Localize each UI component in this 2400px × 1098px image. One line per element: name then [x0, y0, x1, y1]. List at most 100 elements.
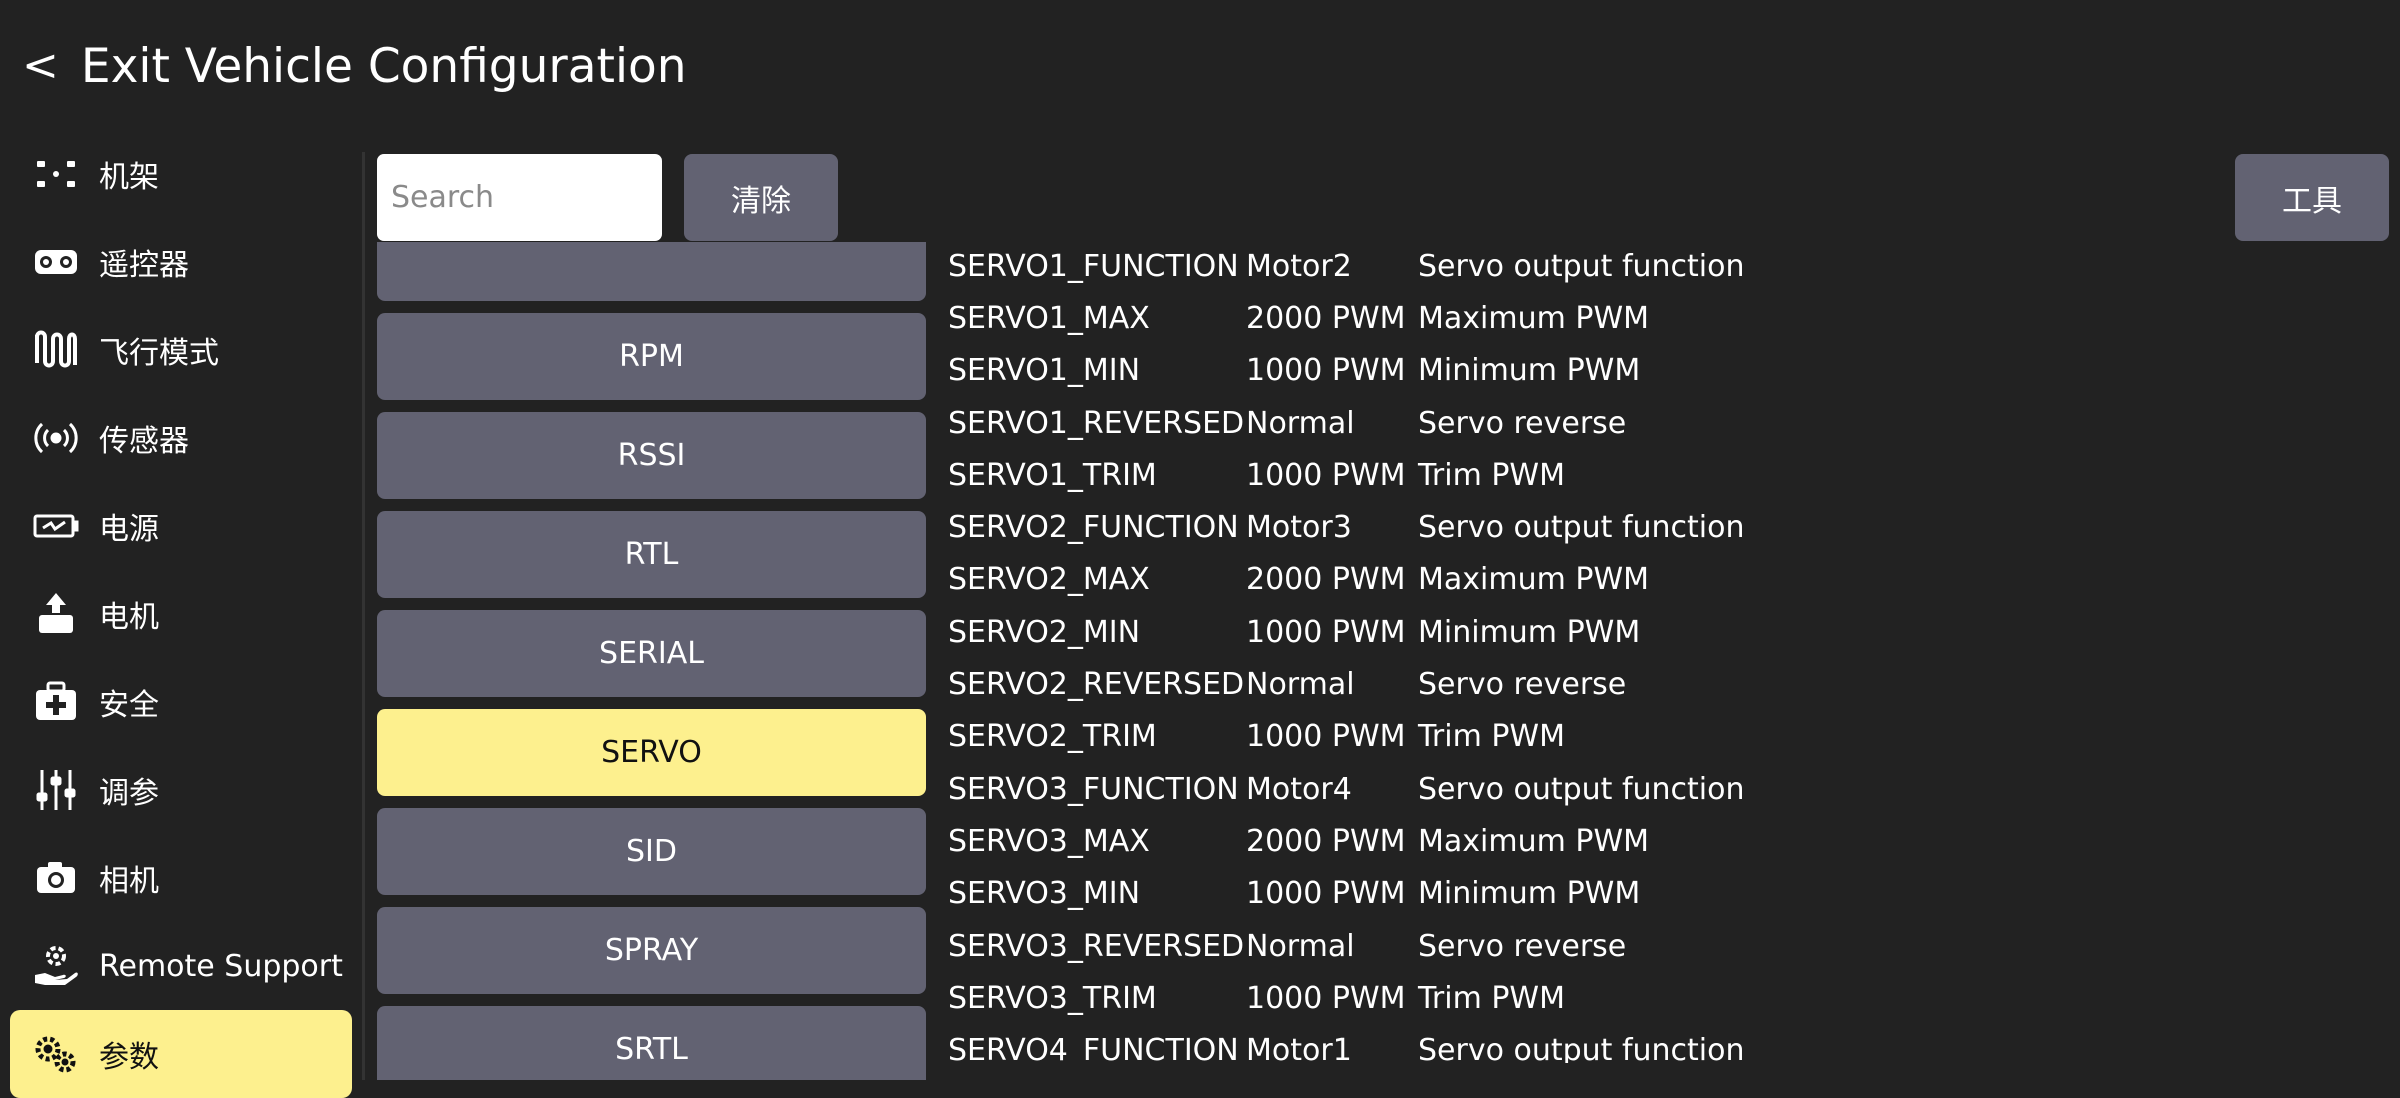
param-row[interactable]: SERVO2_REVERSED Normal Servo reverse [948, 658, 1948, 710]
flight-modes-icon [31, 325, 81, 375]
param-name: SERVO3_MAX [948, 823, 1150, 859]
clear-button[interactable]: 清除 [684, 154, 838, 241]
sidebar-item-label: 机架 [99, 160, 159, 195]
tuning-icon [31, 765, 81, 815]
group-list[interactable]: RPM RSSI RTL SERIAL SERVO SID SPRAY SRTL [377, 242, 926, 1080]
param-value: Normal [1246, 667, 1355, 703]
param-row[interactable]: SERVO1_REVERSED Normal Servo reverse [948, 397, 1948, 449]
sidebar-item-label: 安全 [99, 688, 159, 723]
param-description: Servo reverse [1418, 405, 1627, 441]
param-row[interactable]: SERVO1_TRIM 1000 PWM Trim PWM [948, 449, 1948, 501]
motors-icon [31, 589, 81, 639]
sidebar-item-radio[interactable]: 遥控器 [10, 218, 352, 306]
param-name: SERVO3_FUNCTION [948, 771, 1239, 807]
param-name: SERVO1_MIN [948, 353, 1141, 389]
group-button[interactable] [377, 242, 926, 301]
param-value: Motor2 [1246, 248, 1352, 284]
param-row[interactable]: SERVO1_MAX 2000 PWM Maximum PWM [948, 292, 1948, 344]
group-button-rtl[interactable]: RTL [377, 511, 926, 598]
param-value: 1000 PWM [1246, 614, 1406, 650]
param-description: Minimum PWM [1418, 614, 1641, 650]
param-value: Motor3 [1246, 510, 1352, 546]
param-row[interactable]: SERVO2_TRIM 1000 PWM Trim PWM [948, 711, 1948, 763]
param-description: Trim PWM [1418, 719, 1565, 755]
param-row[interactable]: SERVO2_MAX 2000 PWM Maximum PWM [948, 554, 1948, 606]
sidebar-item-label: 相机 [99, 864, 159, 899]
sidebar-item-sensors[interactable]: 传感器 [10, 394, 352, 482]
sidebar-item-label: 传感器 [99, 424, 189, 459]
sidebar-item-label: 电机 [99, 600, 159, 635]
param-name: SERVO3_TRIM [948, 980, 1157, 1016]
page-title: Exit Vehicle Configuration [80, 38, 687, 94]
param-name: SERVO3_MIN [948, 876, 1141, 912]
param-value: 2000 PWM [1246, 823, 1406, 859]
param-row[interactable]: SERVO4_FUNCTION Motor1 Servo output functi… [948, 1024, 1948, 1063]
sidebar-item-power[interactable]: 电源 [10, 482, 352, 570]
param-value: Motor4 [1246, 771, 1352, 807]
camera-icon [31, 853, 81, 903]
exit-vehicle-config-button[interactable]: < Exit Vehicle Configuration [22, 30, 687, 102]
group-button-rssi[interactable]: RSSI [377, 412, 926, 499]
group-button-servo[interactable]: SERVO [377, 709, 926, 796]
param-name: SERVO1_REVERSED [948, 405, 1245, 441]
param-description: Servo reverse [1418, 667, 1627, 703]
sidebar-item-label: 遥控器 [99, 248, 189, 283]
param-value: 1000 PWM [1246, 719, 1406, 755]
sidebar-item-flight-modes[interactable]: 飞行模式 [10, 306, 352, 394]
remote-support-icon [31, 941, 81, 991]
sidebar-item-remote-support[interactable]: Remote Support [10, 922, 352, 1010]
sensors-icon [31, 413, 81, 463]
param-description: Maximum PWM [1418, 562, 1649, 598]
vertical-divider [362, 152, 365, 1080]
radio-icon [31, 237, 81, 287]
param-description: Minimum PWM [1418, 353, 1641, 389]
param-row[interactable]: SERVO2_MIN 1000 PWM Minimum PWM [948, 606, 1948, 658]
sidebar-item-label: Remote Support [99, 948, 343, 984]
param-name: SERVO2_MIN [948, 614, 1141, 650]
parameter-list[interactable]: SERVO1_FUNCTION Motor2 Servo output functi… [948, 240, 1948, 1063]
tools-button[interactable]: 工具 [2235, 154, 2389, 241]
param-name: SERVO1_FUNCTION [948, 248, 1239, 284]
power-icon [31, 501, 81, 551]
param-name: SERVO3_REVERSED [948, 928, 1245, 964]
param-name: SERVO4_FUNCTION [948, 1033, 1239, 1063]
param-value: Normal [1246, 928, 1355, 964]
sidebar-item-safety[interactable]: 安全 [10, 658, 352, 746]
param-description: Trim PWM [1418, 457, 1565, 493]
param-row[interactable]: SERVO3_REVERSED Normal Servo reverse [948, 920, 1948, 972]
param-value: Normal [1246, 405, 1355, 441]
sidebar-item-camera[interactable]: 相机 [10, 834, 352, 922]
param-name: SERVO2_TRIM [948, 719, 1157, 755]
sidebar-item-label: 飞行模式 [99, 336, 219, 371]
param-description: Trim PWM [1418, 980, 1565, 1016]
param-value: 1000 PWM [1246, 876, 1406, 912]
back-chevron-icon: < [22, 40, 59, 91]
group-button-serial[interactable]: SERIAL [377, 610, 926, 697]
param-description: Servo output function [1418, 1033, 1745, 1063]
param-row[interactable]: SERVO2_FUNCTION Motor3 Servo output functi… [948, 501, 1948, 553]
param-row[interactable]: SERVO3_MIN 1000 PWM Minimum PWM [948, 868, 1948, 920]
group-button-srtl[interactable]: SRTL [377, 1006, 926, 1080]
sidebar: 机架 遥控器 飞行模式 传感器 电源 电机 安全 调参 相机 Remote Su… [10, 130, 352, 1098]
sidebar-item-motors[interactable]: 电机 [10, 570, 352, 658]
sidebar-item-parameters[interactable]: 参数 [10, 1010, 352, 1098]
param-description: Servo output function [1418, 771, 1745, 807]
param-value: 2000 PWM [1246, 562, 1406, 598]
param-row[interactable]: SERVO3_FUNCTION Motor4 Servo output functi… [948, 763, 1948, 815]
param-name: SERVO2_FUNCTION [948, 510, 1239, 546]
group-button-spray[interactable]: SPRAY [377, 907, 926, 994]
param-value: Motor1 [1246, 1033, 1352, 1063]
search-input[interactable] [377, 154, 662, 241]
group-button-rpm[interactable]: RPM [377, 313, 926, 400]
param-row[interactable]: SERVO1_MIN 1000 PWM Minimum PWM [948, 345, 1948, 397]
param-description: Maximum PWM [1418, 300, 1649, 336]
sidebar-item-label: 电源 [99, 512, 159, 547]
param-name: SERVO1_TRIM [948, 457, 1157, 493]
group-button-sid[interactable]: SID [377, 808, 926, 895]
param-row[interactable]: SERVO1_FUNCTION Motor2 Servo output functi… [948, 240, 1948, 292]
param-row[interactable]: SERVO3_TRIM 1000 PWM Trim PWM [948, 972, 1948, 1024]
sidebar-item-tuning[interactable]: 调参 [10, 746, 352, 834]
sidebar-item-airframe[interactable]: 机架 [10, 130, 352, 218]
param-row[interactable]: SERVO3_MAX 2000 PWM Maximum PWM [948, 815, 1948, 867]
param-name: SERVO1_MAX [948, 300, 1150, 336]
